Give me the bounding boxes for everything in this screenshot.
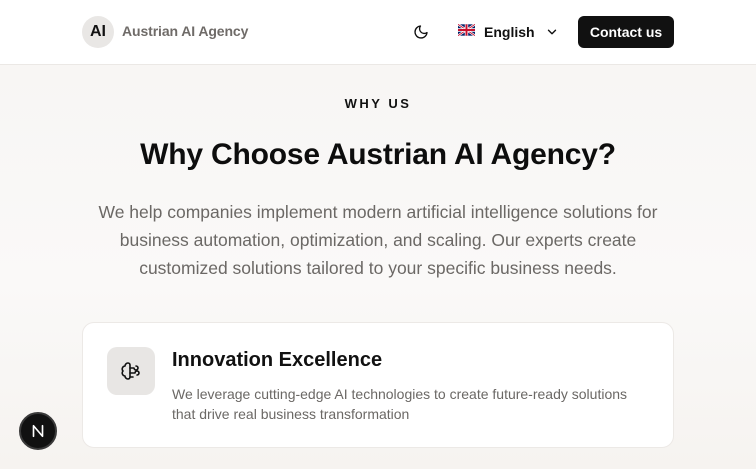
brain-icon <box>121 362 140 380</box>
language-selector[interactable]: English <box>458 20 560 44</box>
section-description: We help companies implement modern artif… <box>98 202 658 278</box>
moon-icon <box>414 25 428 39</box>
feature-card: Innovation Excellence We leverage cuttin… <box>82 322 674 448</box>
brand-name[interactable]: Austrian AI Agency <box>122 23 248 39</box>
section-eyebrow: WHY US <box>344 96 412 111</box>
feature-title: Innovation Excellence <box>172 349 383 371</box>
n-logo-icon <box>32 424 44 438</box>
site-header: AI Austrian AI Agency English Contact us <box>0 0 756 65</box>
uk-flag-icon <box>458 24 475 36</box>
feature-icon-box <box>107 347 155 395</box>
feature-description: We leverage cutting-edge AI technologies… <box>172 386 628 422</box>
floating-n-badge-button[interactable] <box>19 412 57 450</box>
section-title: Why Choose Austrian AI Agency? <box>140 138 616 171</box>
logo[interactable]: AI <box>82 16 114 48</box>
theme-toggle-button[interactable] <box>410 21 432 43</box>
chevron-down-icon <box>547 29 556 35</box>
contact-button[interactable]: Contact us <box>578 16 674 48</box>
language-label: English <box>484 24 535 40</box>
